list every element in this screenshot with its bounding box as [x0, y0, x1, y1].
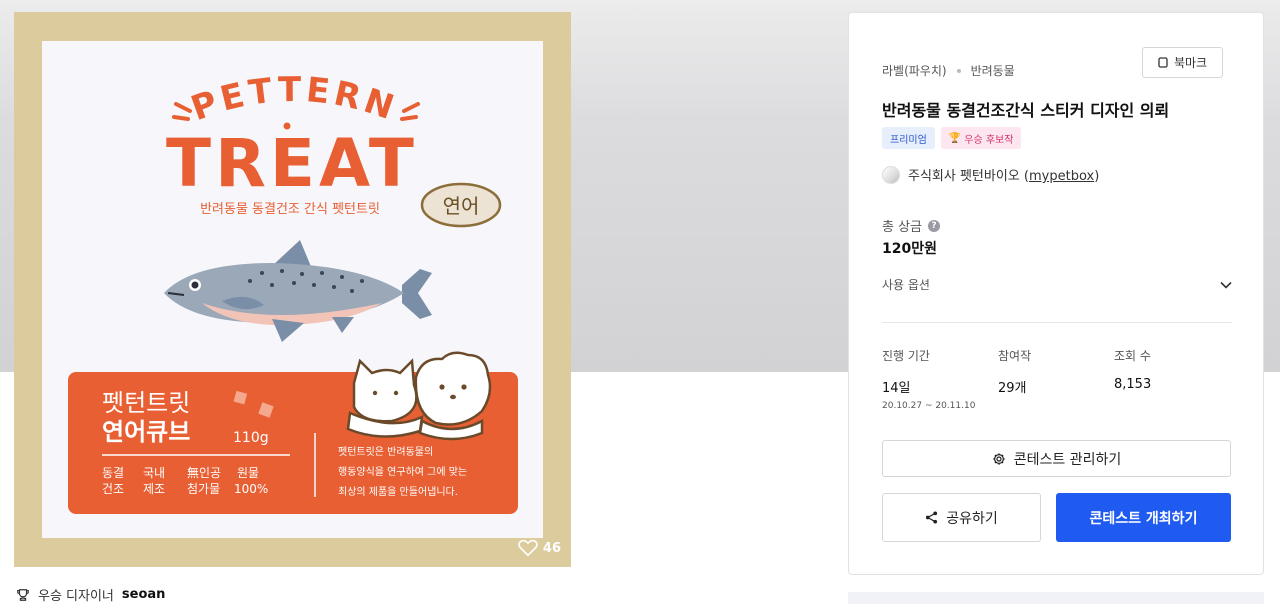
manage-contest-button[interactable]: 콘테스트 관리하기: [882, 440, 1231, 477]
feature-top: 無인공: [187, 465, 221, 480]
artwork-card: PETTERN TREAT 반려동물 동결건조 간식 펫턴트릿 연어 펫턴트릿 …: [42, 41, 543, 538]
total-prize-value: 120만원: [882, 241, 937, 257]
winner-label: 우승 디자이너: [38, 589, 114, 604]
manage-contest-label: 콘테스트 관리하기: [1013, 451, 1122, 468]
share-label: 공유하기: [946, 510, 998, 527]
badge-group: 프리미엄 🏆 우승 후보작: [882, 127, 1022, 149]
promo-banner-edge[interactable]: [848, 592, 1264, 604]
host-company: 주식회사 펫턴바이오 (mypetbox): [882, 165, 1099, 184]
salmon-illustration: [164, 240, 432, 342]
premium-badge: 프리미엄: [882, 127, 935, 149]
stat-entries-value: 29개: [998, 381, 1027, 396]
stat-period: 진행 기간 14일 20.10.27 ~ 20.11.10: [882, 347, 975, 411]
trophy-icon: [17, 588, 29, 601]
stat-period-label: 진행 기간: [882, 349, 930, 363]
feature-bottom: 건조: [102, 482, 124, 496]
winner-name[interactable]: seoan: [122, 587, 166, 602]
stat-views-label: 조회 수: [1114, 349, 1151, 363]
contest-title: 반려동물 동결건조간식 스티커 디자인 의뢰: [882, 101, 1170, 120]
description-line: 최상의 제품을 만들어냅니다.: [338, 486, 458, 498]
options-label: 사용 옵션: [882, 278, 930, 292]
company-avatar: [882, 165, 900, 184]
bookmark-button[interactable]: 북마크: [1142, 47, 1223, 78]
winner-designer: 우승 디자이너 seoan: [16, 585, 165, 604]
candidate-badge: 🏆 우승 후보작: [940, 127, 1022, 149]
breadcrumb-separator: [956, 68, 961, 73]
stat-views-value: 8,153: [1114, 377, 1152, 392]
heart-icon: [518, 539, 538, 557]
artwork-tagline: 반려동물 동결건조 간식 펫턴트릿: [200, 202, 380, 217]
cat-dog-illustration: [346, 351, 492, 441]
gear-icon: [993, 452, 1005, 465]
logo-pettern: PETTERN: [186, 70, 399, 129]
breadcrumb: 라벨(파우치) 반려동물: [882, 62, 1015, 79]
company-name: 주식회사 펫턴바이오 (: [908, 169, 1029, 184]
like-button[interactable]: 46: [518, 539, 561, 557]
breadcrumb-category[interactable]: 라벨(파우치): [882, 62, 947, 79]
bookmark-label: 북마크: [1173, 56, 1208, 70]
total-prize-label-text: 총 상금: [882, 220, 923, 235]
company-handle-close: ): [1094, 169, 1100, 184]
flavor-badge-text: 연어: [443, 194, 480, 218]
candidate-badge-label: 우승 후보작: [964, 134, 1014, 146]
share-icon: [926, 511, 938, 524]
feature-bottom: 제조: [143, 482, 165, 496]
total-prize-label: 총 상금 ?: [882, 216, 941, 235]
options-dropdown[interactable]: 사용 옵션: [882, 276, 1232, 293]
stat-entries: 참여작 29개: [998, 347, 1031, 396]
stat-views: 조회 수 8,153: [1114, 347, 1151, 392]
stat-period-value: 14일: [882, 381, 911, 396]
share-button[interactable]: 공유하기: [882, 493, 1041, 542]
host-contest-button[interactable]: 콘테스트 개최하기: [1056, 493, 1231, 542]
help-icon[interactable]: ?: [928, 219, 941, 232]
svg-text:PETTERN: PETTERN: [186, 70, 403, 129]
feature-top: 국내: [143, 466, 165, 480]
stat-entries-label: 참여작: [998, 349, 1032, 363]
company-handle-link[interactable]: mypetbox: [1029, 169, 1094, 184]
contest-artwork[interactable]: PETTERN TREAT 반려동물 동결건조 간식 펫턴트릿 연어 펫턴트릿 …: [14, 12, 571, 567]
trophy-icon: 🏆: [948, 132, 962, 144]
like-count: 46: [542, 540, 561, 556]
feature-top: 동결: [102, 466, 124, 480]
feature-bottom: 100%: [234, 482, 268, 496]
feature-bottom: 첨가물: [187, 482, 220, 496]
product-name-line1: 펫턴트릿: [102, 389, 190, 417]
logo-treat: TREAT: [166, 125, 418, 202]
artwork-illustration: PETTERN TREAT 반려동물 동결건조 간식 펫턴트릿 연어 펫턴트릿 …: [68, 70, 518, 514]
divider: [882, 322, 1232, 323]
feature-top: 원물: [237, 466, 259, 480]
description-line: 펫턴트릿은 반려동물의: [338, 446, 433, 458]
product-name-line2: 연어큐브: [102, 418, 190, 446]
contest-info-panel: 라벨(파우치) 반려동물 북마크 반려동물 동결건조간식 스티커 디자인 의뢰 …: [848, 12, 1264, 575]
description-line: 행동양식을 연구하여 그에 맞는: [338, 465, 467, 478]
stat-period-range: 20.10.27 ~ 20.11.10: [882, 401, 976, 411]
product-weight: 110g: [233, 430, 269, 446]
breadcrumb-subcategory[interactable]: 반려동물: [971, 62, 1015, 79]
bookmark-icon: [1158, 57, 1168, 68]
chevron-down-icon: [1220, 281, 1232, 289]
